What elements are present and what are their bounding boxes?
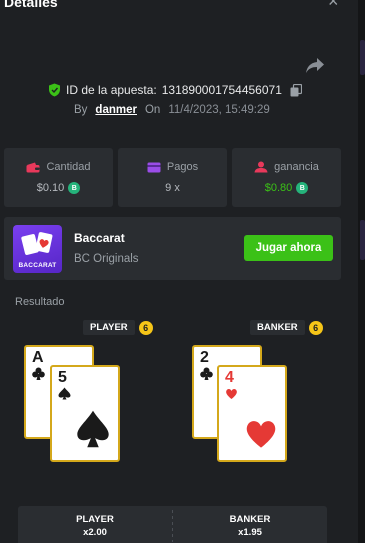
stat-payout-label: Pagos <box>166 161 199 173</box>
stat-payout-value: 9 x <box>165 182 180 194</box>
bet-date: 11/4/2023, 15:49:29 <box>168 104 270 116</box>
copy-icon[interactable] <box>290 83 302 97</box>
game-provider: BC Originals <box>74 253 139 265</box>
background-segment <box>360 220 365 260</box>
player-score-badge: 6 <box>138 320 153 335</box>
thumb-card-icon <box>35 231 53 254</box>
card-rank: 5 <box>58 369 67 386</box>
bet-details-modal: Detalles × ID de la apuesta: 13189000175… <box>0 0 358 543</box>
game-thumbnail[interactable]: BACCARAT <box>13 225 62 273</box>
club-icon <box>32 367 45 380</box>
game-name[interactable]: Baccarat <box>74 231 125 245</box>
bet-id-label: ID de la apuesta: <box>66 83 157 97</box>
wallet-icon <box>26 162 40 172</box>
stat-amount-label: Cantidad <box>46 161 91 173</box>
stat-profit-label: ganancia <box>274 161 319 173</box>
odds-banker: BANKER x1.95 <box>173 506 327 543</box>
bet-id-row: ID de la apuesta: 131890001754456071 <box>48 82 302 98</box>
modal-title: Detalles <box>4 0 58 10</box>
player-label-text: PLAYER <box>83 320 135 335</box>
spade-icon <box>58 387 71 400</box>
card-rank: A <box>32 349 44 366</box>
username-link[interactable]: danmer <box>95 104 137 116</box>
card-rank: 4 <box>225 369 234 386</box>
game-card: BACCARAT Baccarat BC Originals Jugar aho… <box>4 217 341 280</box>
stat-profit-value: $0.80 <box>264 182 293 194</box>
bet-id-value: 131890001754456071 <box>161 83 282 97</box>
coin-icon: B <box>68 182 81 194</box>
stat-amount-value: $0.10 <box>36 182 65 194</box>
heart-icon <box>226 389 237 399</box>
on-label: On <box>144 104 161 116</box>
card-icon <box>147 162 161 172</box>
odds-banker-multiplier: x1.95 <box>238 527 262 538</box>
background-scroll-strip <box>358 0 365 543</box>
stat-amount: Cantidad $0.10 B <box>4 148 113 207</box>
player-label: PLAYER 6 <box>83 320 153 335</box>
coin-icon: B <box>296 182 309 194</box>
share-icon[interactable] <box>305 57 325 75</box>
odds-banker-label: BANKER <box>229 514 271 525</box>
by-label: By <box>74 104 88 116</box>
stat-payout: Pagos 9 x <box>118 148 227 207</box>
results-title: Resultado <box>15 296 65 308</box>
bet-author-row: By danmer On 11/4/2023, 15:49:29 <box>74 104 270 116</box>
odds-player-multiplier: x2.00 <box>83 527 107 538</box>
player-card-2: 5 <box>50 365 120 462</box>
profit-icon <box>254 161 268 173</box>
banker-score-badge: 6 <box>308 320 323 335</box>
banker-card-2: 4 <box>217 365 287 462</box>
spade-icon <box>77 410 109 448</box>
banker-label-text: BANKER <box>250 320 305 335</box>
stat-profit: ganancia $0.80 B <box>232 148 341 207</box>
odds-bar: PLAYER x2.00 BANKER x1.95 <box>18 506 327 543</box>
bet-stats: Cantidad $0.10 B Pagos 9 x ganancia $0.8… <box>4 148 341 207</box>
heart-icon <box>39 239 49 248</box>
heart-icon <box>246 421 276 448</box>
thumb-label: BACCARAT <box>18 262 57 269</box>
shield-icon <box>49 83 60 97</box>
background-segment <box>360 40 365 75</box>
odds-player-label: PLAYER <box>76 514 114 525</box>
play-now-button[interactable]: Jugar ahora <box>244 235 333 261</box>
close-icon[interactable]: × <box>328 0 339 10</box>
card-rank: 2 <box>200 349 209 366</box>
club-icon <box>200 367 213 380</box>
banker-label: BANKER 6 <box>250 320 323 335</box>
odds-player: PLAYER x2.00 <box>18 506 172 543</box>
